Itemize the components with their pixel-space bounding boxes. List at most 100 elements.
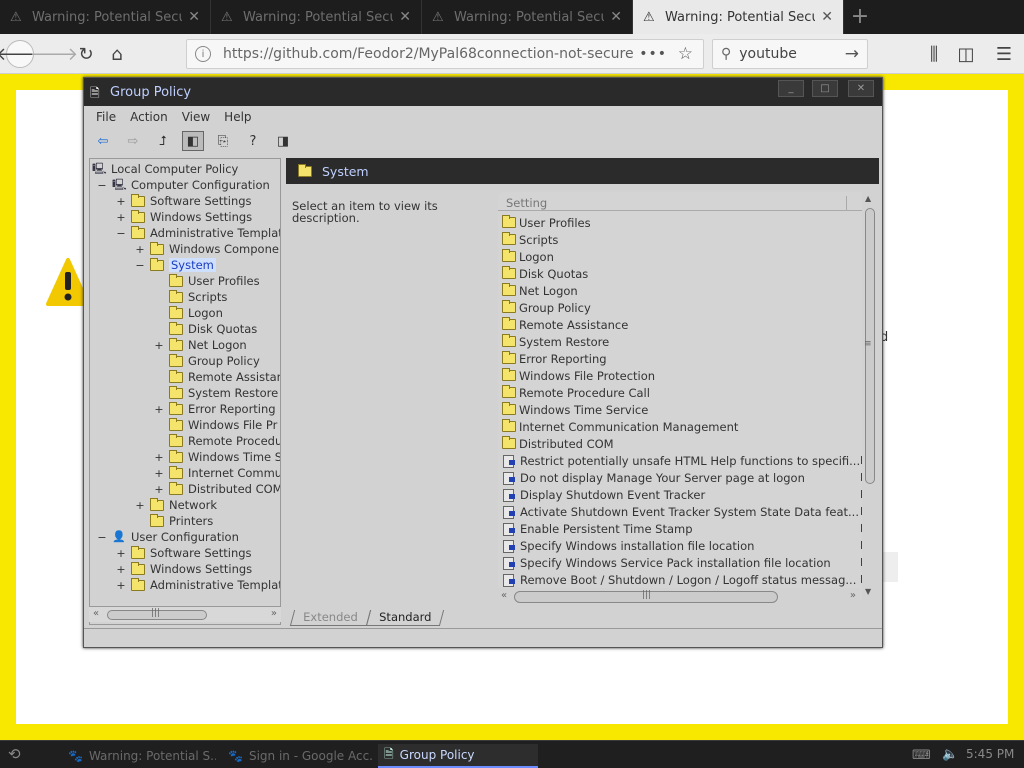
scroll-down-icon[interactable]: ▼ [865, 587, 871, 596]
tree-node[interactable]: Printers [134, 513, 213, 529]
new-tab-button[interactable]: + [848, 3, 872, 31]
settings-policy-item[interactable]: Enable Persistent Time StampN [502, 520, 862, 537]
expander-icon[interactable]: + [115, 579, 127, 592]
expander-icon[interactable]: + [153, 339, 165, 352]
info-icon[interactable]: i [195, 46, 211, 62]
settings-policy-item[interactable]: Activate Shutdown Event Tracker System S… [502, 503, 862, 520]
expander-icon[interactable]: + [153, 467, 165, 480]
browser-tab-3[interactable]: ⚠ Warning: Potential Securi ✕ [422, 0, 633, 34]
tree-node[interactable]: + Windows Settings [115, 561, 252, 577]
up-folder-icon[interactable]: ⮥ [152, 131, 174, 151]
bookmark-star-icon[interactable]: ☆ [678, 44, 693, 64]
show-tree-icon[interactable]: ◧ [182, 131, 204, 151]
help-icon[interactable]: ? [242, 131, 264, 151]
tree-node[interactable]: Disk Quotas [153, 321, 257, 337]
expander-icon[interactable]: + [153, 483, 165, 496]
tree-node[interactable]: Windows File Pr [153, 417, 277, 433]
settings-folder-item[interactable]: Disk Quotas [502, 265, 862, 282]
tree-node[interactable]: System Restore [153, 385, 278, 401]
expander-icon[interactable]: + [115, 563, 127, 576]
keyboard-icon[interactable]: ⌨ [912, 748, 931, 763]
tab-extended[interactable]: Extended [289, 610, 371, 626]
search-go-icon[interactable]: → [845, 44, 859, 64]
tree-node[interactable]: + Net Logon [153, 337, 247, 353]
list-horizontal-scrollbar[interactable]: « ||| » [498, 588, 860, 605]
reload-button[interactable]: ↻ [72, 40, 100, 68]
menu-icon[interactable]: ☰ [990, 40, 1018, 68]
taskbar-item-warning[interactable]: 🐾 Warning: Potential S... [62, 744, 216, 768]
tree-node[interactable]: + Error Reporting [153, 401, 276, 417]
settings-folder-item[interactable]: Net Logon [502, 282, 862, 299]
tree-node[interactable]: Scripts [153, 289, 227, 305]
settings-folder-item[interactable]: Internet Communication Management [502, 418, 862, 435]
settings-folder-item[interactable]: Windows File Protection [502, 367, 862, 384]
close-button[interactable]: ✕ [848, 80, 874, 97]
minimize-button[interactable]: _ [778, 80, 804, 97]
scroll-left-icon[interactable]: « [501, 590, 507, 601]
expander-icon[interactable]: + [153, 451, 165, 464]
close-tab-icon[interactable]: ✕ [610, 9, 622, 25]
expander-icon[interactable]: + [115, 211, 127, 224]
maximize-button[interactable]: □ [812, 80, 838, 97]
settings-folder-item[interactable]: Remote Procedure Call [502, 384, 862, 401]
vertical-scrollbar[interactable]: ▲ ≡ ▼ [862, 192, 878, 600]
clock[interactable]: 5:45 PM [966, 747, 1014, 761]
scroll-right-icon[interactable]: » [271, 608, 277, 619]
settings-folder-item[interactable]: Logon [502, 248, 862, 265]
volume-icon[interactable]: 🔈 [942, 747, 958, 762]
expander-icon[interactable]: − [134, 259, 146, 272]
tree-node[interactable]: Logon [153, 305, 223, 321]
column-header-setting[interactable]: Setting [498, 196, 862, 211]
browser-tab-1[interactable]: ⚠ Warning: Potential Securi ✕ [0, 0, 211, 34]
tree-node[interactable]: + Windows Time S [153, 449, 280, 465]
tree-node[interactable]: − Administrative Templat [115, 225, 280, 241]
tree-node[interactable]: + Windows Settings [115, 209, 252, 225]
settings-folder-item[interactable]: Error Reporting [502, 350, 862, 367]
search-bar[interactable]: ⚲ youtube → [712, 39, 868, 69]
expander-icon[interactable]: − [96, 531, 108, 544]
close-tab-icon[interactable]: ✕ [188, 9, 200, 25]
settings-folder-item[interactable]: Distributed COM [502, 435, 862, 452]
expander-icon[interactable]: + [115, 195, 127, 208]
tree-node[interactable]: 🖳 Local Computer Policy [92, 161, 238, 177]
expander-icon[interactable]: − [115, 227, 127, 240]
settings-policy-item[interactable]: Do not display Manage Your Server page a… [502, 469, 862, 486]
start-menu-icon[interactable]: ⟲ [8, 745, 38, 767]
expander-icon[interactable]: + [153, 403, 165, 416]
export-list-icon[interactable]: ⎘ [212, 131, 234, 151]
tree-node[interactable]: User Profiles [153, 273, 260, 289]
tree-node[interactable]: + Network [134, 497, 217, 513]
tree-node[interactable]: − 🖳 Computer Configuration [96, 177, 269, 193]
settings-policy-item[interactable]: Display Shutdown Event TrackerN [502, 486, 862, 503]
properties-icon[interactable]: ◨ [272, 131, 294, 151]
close-tab-icon[interactable]: ✕ [399, 9, 411, 25]
settings-policy-item[interactable]: Restrict potentially unsafe HTML Help fu… [502, 452, 862, 469]
tree-node[interactable]: − 👤 User Configuration [96, 529, 238, 545]
settings-policy-item[interactable]: Remove Boot / Shutdown / Logon / Logoff … [502, 571, 862, 588]
tab-standard[interactable]: Standard [365, 610, 445, 626]
expander-icon[interactable]: + [134, 243, 146, 256]
settings-folder-item[interactable]: User Profiles [502, 214, 862, 231]
settings-folder-item[interactable]: Remote Assistance [502, 316, 862, 333]
forward-button[interactable]: 🡒 [30, 40, 78, 68]
expander-icon[interactable]: + [115, 547, 127, 560]
expander-icon[interactable]: + [134, 499, 146, 512]
browser-tab-2[interactable]: ⚠ Warning: Potential Securi ✕ [211, 0, 422, 34]
sidebar-icon[interactable]: ◫ [952, 40, 980, 68]
settings-folder-item[interactable]: Group Policy [502, 299, 862, 316]
library-icon[interactable]: ⫼ [920, 40, 948, 68]
tree-node[interactable]: + Windows Componen [134, 241, 280, 257]
scroll-left-icon[interactable]: « [93, 608, 99, 619]
menu-action[interactable]: Action [130, 110, 168, 124]
taskbar-item-group-policy[interactable]: 🗎 Group Policy [378, 744, 538, 768]
tree-node[interactable]: + Software Settings [115, 193, 252, 209]
settings-policy-item[interactable]: Specify Windows Service Pack installatio… [502, 554, 862, 571]
close-tab-icon[interactable]: ✕ [821, 9, 833, 25]
column-divider[interactable] [846, 196, 847, 211]
settings-folder-item[interactable]: System Restore [502, 333, 862, 350]
tree-node-selected[interactable]: − System [134, 257, 216, 273]
tree-node[interactable]: + Software Settings [115, 545, 252, 561]
menu-file[interactable]: File [96, 110, 116, 124]
browser-tab-4-active[interactable]: ⚠ Warning: Potential Securit ✕ [633, 0, 844, 34]
window-titlebar[interactable]: 🗎 Group Policy _ □ ✕ [84, 78, 882, 106]
